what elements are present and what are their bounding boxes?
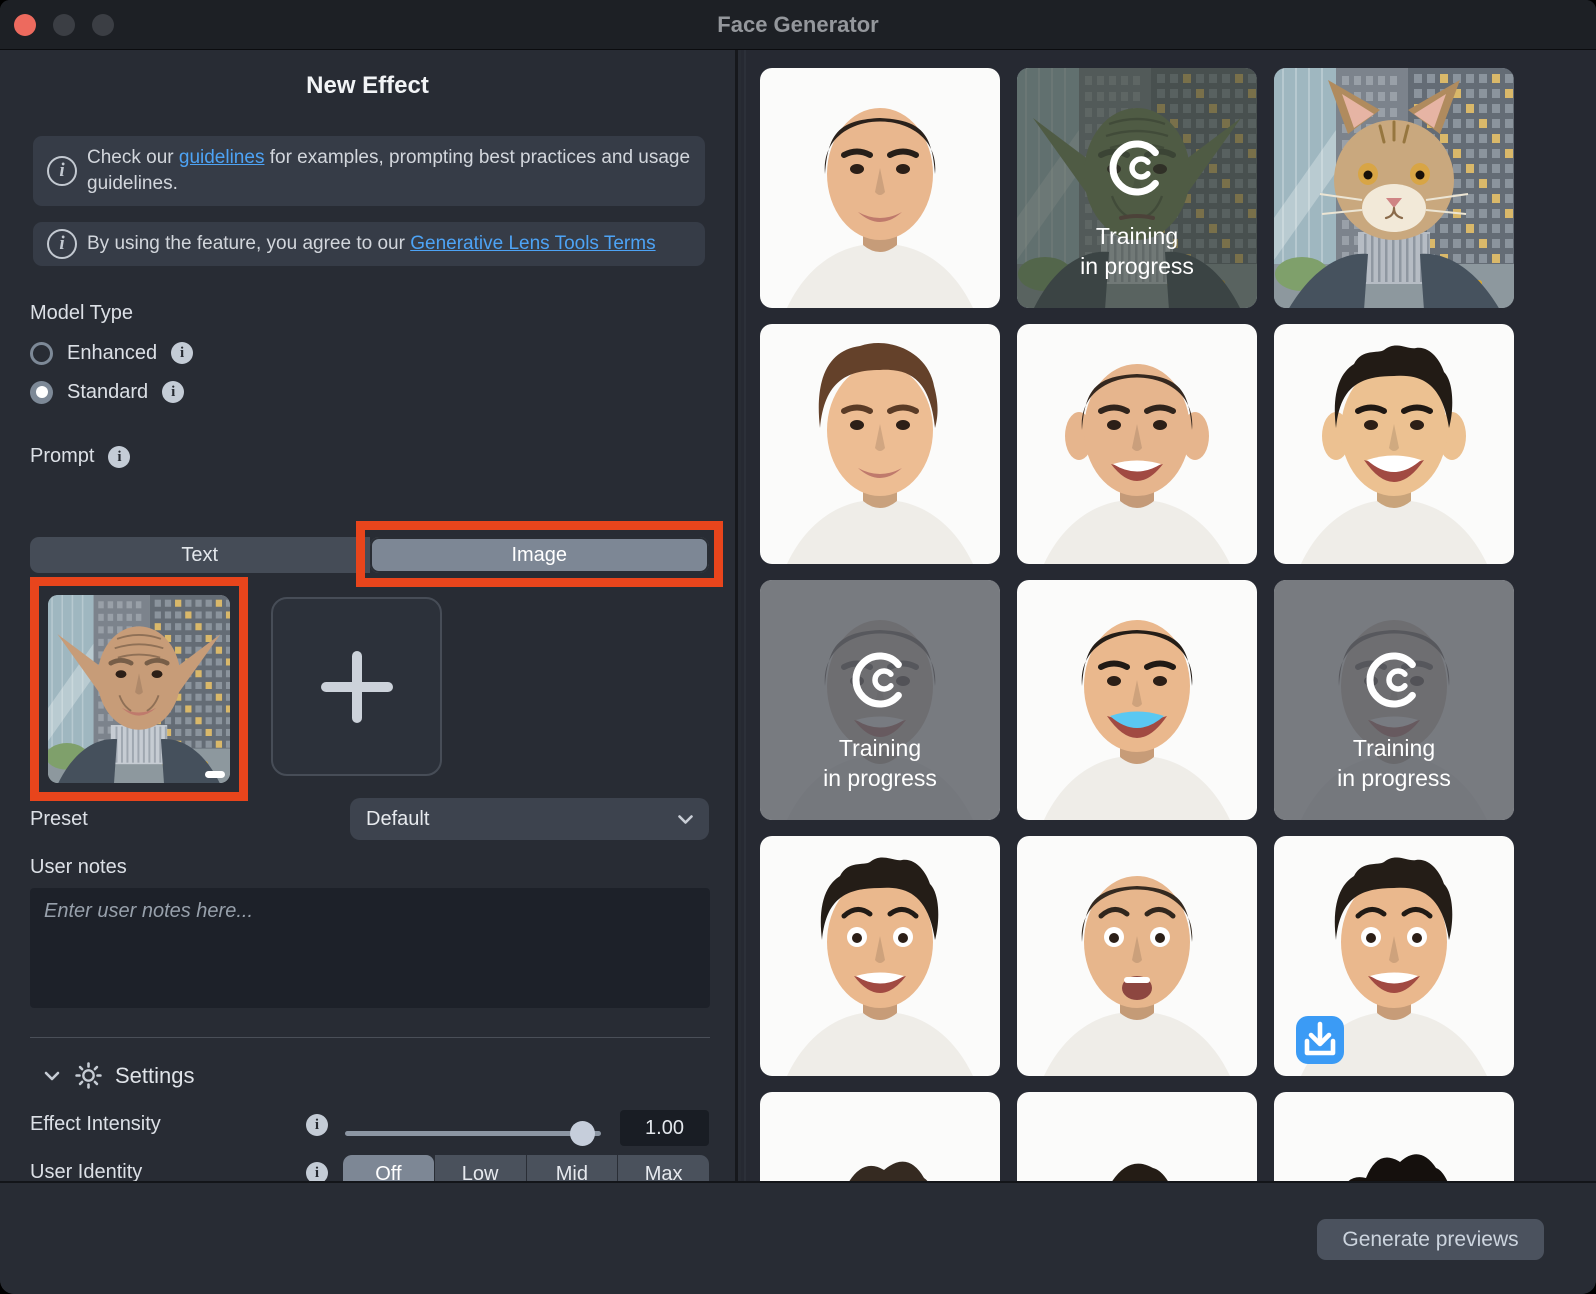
user-identity-option-off[interactable]: Off xyxy=(343,1155,434,1181)
settings-header[interactable]: Settings xyxy=(42,1062,195,1089)
notice-text: Check our xyxy=(87,147,179,168)
tab-text[interactable]: Text xyxy=(30,537,370,573)
chevron-down-icon xyxy=(678,815,693,825)
preview-tile-14[interactable] xyxy=(1017,1092,1257,1181)
terms-notice: i By using the feature, you agree to our… xyxy=(33,222,705,266)
gear-icon xyxy=(75,1062,102,1089)
preset-value: Default xyxy=(366,808,429,830)
svg-text:Training: Training xyxy=(1096,223,1178,249)
new-effect-panel: New Effect i Check our guidelines for ex… xyxy=(0,50,738,1181)
info-icon: i xyxy=(47,229,77,259)
plus-icon xyxy=(321,651,393,723)
notice-text: By using the feature, you agree to our xyxy=(87,233,410,254)
user-notes-label: User notes xyxy=(30,856,127,879)
user-identity-segmented-control: OffLowMidMax xyxy=(343,1155,709,1181)
panel-title: New Effect xyxy=(0,72,735,100)
enhanced-label: Enhanced xyxy=(67,342,157,365)
divider xyxy=(30,1037,710,1038)
svg-text:in progress: in progress xyxy=(1337,765,1451,791)
effect-intensity-value[interactable]: 1.00 xyxy=(620,1110,709,1146)
preview-tile-3[interactable] xyxy=(1274,68,1514,308)
slider-knob[interactable] xyxy=(570,1121,595,1146)
info-icon[interactable]: i xyxy=(171,342,193,364)
main-content: New Effect i Check our guidelines for ex… xyxy=(0,50,1596,1181)
info-icon[interactable]: i xyxy=(108,446,130,468)
user-identity-option-mid[interactable]: Mid xyxy=(527,1155,618,1181)
info-icon[interactable]: i xyxy=(306,1114,328,1136)
model-type-enhanced-option[interactable]: Enhanced i xyxy=(30,340,193,366)
add-image-button[interactable] xyxy=(271,597,442,776)
guidelines-link[interactable]: guidelines xyxy=(179,147,265,168)
svg-text:in progress: in progress xyxy=(1080,253,1194,279)
preview-tile-5[interactable] xyxy=(1017,324,1257,564)
prompt-row: Prompt i xyxy=(30,445,130,468)
svg-text:Training: Training xyxy=(1353,735,1435,761)
guidelines-notice: i Check our guidelines for examples, pro… xyxy=(33,136,705,206)
standard-label: Standard xyxy=(67,381,148,404)
model-type-label: Model Type xyxy=(30,302,133,325)
user-notes-input[interactable] xyxy=(30,888,710,1008)
prompt-tab-bar: Text Image xyxy=(30,537,709,573)
user-identity-row: User Identity i OffLowMidMax xyxy=(0,1153,738,1181)
preview-tile-11[interactable] xyxy=(1017,836,1257,1076)
svg-text:Training: Training xyxy=(839,735,921,761)
titlebar: Face Generator xyxy=(0,0,1596,50)
preview-tile-13[interactable] xyxy=(760,1092,1000,1181)
preview-tile-8[interactable] xyxy=(1017,580,1257,820)
preview-tile-9-training[interactable]: Training in progress xyxy=(1274,580,1514,820)
info-icon: i xyxy=(47,156,77,186)
user-identity-option-low[interactable]: Low xyxy=(435,1155,526,1181)
preview-tile-4[interactable] xyxy=(760,324,1000,564)
app-window: Face Generator New Effect i Check our gu… xyxy=(0,0,1596,1294)
svg-text:in progress: in progress xyxy=(823,765,937,791)
thumbnail-badge xyxy=(205,771,225,778)
preset-select[interactable]: Default xyxy=(350,798,709,840)
preview-grid: Training in progress Training in progres… xyxy=(741,50,1596,1181)
effect-intensity-slider[interactable] xyxy=(345,1131,601,1136)
settings-label: Settings xyxy=(115,1063,195,1089)
info-icon[interactable]: i xyxy=(162,381,184,403)
chevron-down-icon xyxy=(42,1066,62,1086)
download-button[interactable] xyxy=(1296,1016,1344,1064)
radio-selected-icon[interactable] xyxy=(30,381,53,404)
footer-bar: Generate previews xyxy=(0,1181,1596,1294)
user-identity-option-max[interactable]: Max xyxy=(618,1155,709,1181)
preview-tile-1[interactable] xyxy=(760,68,1000,308)
preview-tile-15[interactable] xyxy=(1274,1092,1514,1181)
tab-image[interactable]: Image xyxy=(370,537,710,573)
effect-intensity-row: Effect Intensity i 1.00 xyxy=(0,1105,738,1147)
prompt-image-thumbnail[interactable] xyxy=(48,595,230,783)
prompt-label: Prompt xyxy=(30,445,94,468)
user-identity-label: User Identity xyxy=(30,1161,142,1181)
preview-tile-10[interactable] xyxy=(760,836,1000,1076)
effect-intensity-label: Effect Intensity xyxy=(30,1113,161,1136)
info-icon[interactable]: i xyxy=(306,1162,328,1181)
preset-label: Preset xyxy=(30,808,88,831)
window-title: Face Generator xyxy=(0,0,1596,50)
preview-tile-12[interactable] xyxy=(1274,836,1514,1076)
preview-tile-2-training[interactable]: Training in progress xyxy=(1017,68,1257,308)
download-icon xyxy=(1296,920,1344,1076)
terms-link[interactable]: Generative Lens Tools Terms xyxy=(410,233,655,254)
generate-previews-button[interactable]: Generate previews xyxy=(1317,1219,1544,1260)
preview-tile-7-training[interactable]: Training in progress xyxy=(760,580,1000,820)
model-type-standard-option[interactable]: Standard i xyxy=(30,379,184,405)
radio-unselected-icon[interactable] xyxy=(30,342,53,365)
preview-tile-6[interactable] xyxy=(1274,324,1514,564)
